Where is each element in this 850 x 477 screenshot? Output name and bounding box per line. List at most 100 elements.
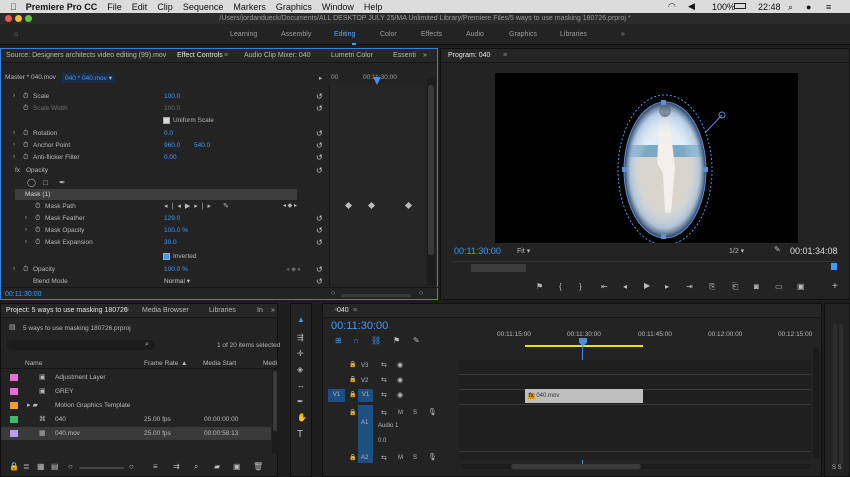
flicker-value[interactable]: 0.00 [164, 152, 177, 163]
solo-a1-button[interactable]: S [413, 410, 417, 416]
clip-selector[interactable]: 040 * 040.mov ▾ [62, 73, 115, 83]
program-menu-icon[interactable]: ≡ [503, 52, 507, 59]
ec-footer-timecode[interactable]: 00:11:30:00 [5, 291, 41, 298]
project-scrollbar[interactable] [272, 369, 278, 454]
thumb-zoom-slider[interactable] [79, 467, 124, 469]
lock-v3-icon[interactable]: 🔒 [349, 362, 356, 368]
mask-tracking-controls[interactable]: ◂|◂▶▸|▸ [164, 201, 215, 212]
timeline-settings-icon[interactable]: ✎ [413, 337, 420, 345]
project-item-row[interactable]: ⌘ 040 25.00 fps 00:00:00:00 [1, 413, 271, 426]
tab-project[interactable]: Project: 5 ways to use masking 180726 [6, 307, 128, 314]
stopwatch-icon[interactable]: ⏱ [23, 140, 28, 151]
sequence-menu-icon[interactable]: ≡ [353, 307, 357, 314]
label-color-swatch[interactable] [10, 416, 18, 423]
new-item-icon[interactable]: ▣ [233, 463, 241, 471]
reset-parameter-icon[interactable]: ↺ [316, 276, 323, 287]
sync-v2-icon[interactable]: ⇆ [381, 377, 387, 384]
menu-window[interactable]: Window [322, 2, 354, 12]
export-frame-icon[interactable]: ◙ [754, 283, 759, 291]
stopwatch-icon[interactable]: ⏱ [35, 213, 40, 224]
label-color-swatch[interactable] [10, 388, 18, 395]
extract-icon[interactable]: ⎗ [732, 283, 738, 291]
expand-icon[interactable]: › [25, 237, 27, 248]
sync-v1-icon[interactable]: ⇆ [381, 392, 387, 399]
new-bin-icon[interactable]: ▰ [214, 463, 220, 471]
add-marker-icon[interactable]: ⚑ [536, 283, 543, 291]
expand-icon[interactable]: › [13, 152, 15, 163]
workspace-assembly[interactable]: Assembly [281, 31, 311, 38]
more-project-tabs-icon[interactable]: » [271, 307, 275, 314]
mask-feather-value[interactable]: 129.0 [164, 213, 180, 224]
work-area-bar[interactable] [525, 345, 643, 347]
apple-icon[interactable]:  [10, 2, 17, 12]
workspace-graphics[interactable]: Graphics [509, 31, 537, 38]
project-menu-icon[interactable]: ≡ [125, 307, 129, 314]
close-icon[interactable] [5, 15, 12, 22]
selection-tool-icon[interactable]: ▲ [297, 316, 305, 324]
panel-menu-icon[interactable]: ≡ [224, 52, 228, 59]
stopwatch-icon[interactable]: ⏱ [35, 225, 40, 236]
list-icon[interactable]: ≡ [826, 2, 831, 12]
solo-a2-button[interactable]: S [413, 455, 417, 461]
sync-a2-icon[interactable]: ⇆ [381, 455, 387, 462]
battery-icon[interactable] [734, 3, 746, 9]
ec-zoom-slider[interactable] [341, 294, 411, 297]
workspace-color[interactable]: Color [380, 31, 397, 38]
label-color-swatch[interactable] [10, 430, 18, 437]
timeline-timecode[interactable]: 00:11:30:00 [331, 320, 388, 332]
clip-040[interactable]: fx 040.mov [525, 389, 643, 403]
tab-program[interactable]: Program: 040 [448, 52, 490, 59]
workspace-libraries[interactable]: Libraries [560, 31, 587, 38]
reset-parameter-icon[interactable]: ↺ [316, 152, 323, 163]
slip-icon[interactable]: ↔ [297, 382, 305, 390]
program-timecode[interactable]: 00:11:30:00 [454, 246, 501, 256]
reset-parameter-icon[interactable]: ↺ [316, 140, 323, 151]
workspace-learning[interactable]: Learning [230, 31, 257, 38]
tab-libraries[interactable]: Libraries [209, 307, 236, 314]
button-editor-icon[interactable]: + [832, 282, 838, 292]
step-forward-icon[interactable]: ▸ [665, 283, 669, 291]
pen-icon[interactable]: ✒ [297, 398, 304, 406]
more-tabs-icon[interactable]: » [423, 52, 427, 59]
stopwatch-icon[interactable]: ⏱ [23, 264, 28, 275]
stopwatch-icon[interactable]: ⏱ [23, 91, 28, 102]
mask-row[interactable]: Mask (1) [15, 189, 297, 200]
workspace-audio[interactable]: Audio [466, 31, 484, 38]
reset-parameter-icon[interactable]: ↺ [316, 103, 323, 114]
app-menu[interactable]: Premiere Pro CC [26, 2, 98, 12]
zoom-in-icon[interactable]: ○ [419, 290, 423, 297]
play-icon[interactable]: ▶ [644, 282, 650, 290]
col-media[interactable]: Medi [263, 360, 277, 367]
rectangle-mask-icon[interactable]: □ [43, 177, 48, 188]
stopwatch-icon[interactable]: ⏱ [23, 103, 28, 114]
expand-icon[interactable]: › [25, 213, 27, 224]
project-item-row[interactable]: ▸ ▰ Motion Graphics Template [1, 399, 271, 412]
control-icon[interactable]: ● [806, 2, 811, 12]
stopwatch-icon[interactable]: ⏱ [23, 152, 28, 163]
expand-icon[interactable]: › [25, 225, 27, 236]
tab-source[interactable]: Source: Designers architects video editi… [6, 52, 166, 59]
lock-v2-icon[interactable]: 🔒 [349, 377, 356, 383]
mask-keyframe-nav-icon[interactable]: ◂ ◆ ▸ [283, 201, 297, 212]
minimize-icon[interactable] [15, 15, 22, 22]
project-item-row[interactable]: ▣ Adjustment Layer [1, 371, 271, 384]
keyframe-nav-icon[interactable]: ◂ ◆ ▸ [286, 264, 301, 275]
expand-icon[interactable]: › [13, 140, 15, 151]
tab-media-browser[interactable]: Media Browser [142, 307, 189, 314]
reset-parameter-icon[interactable]: ↺ [316, 225, 323, 236]
freeform-view-icon[interactable]: ▤ [51, 463, 59, 471]
expand-icon[interactable]: › [13, 128, 15, 139]
stopwatch-icon[interactable]: ⏱ [35, 201, 40, 212]
linked-selection-icon[interactable]: ⛓ [371, 337, 381, 345]
project-item-row[interactable]: ▦ 040.mov 25.00 fps 00:00:58:13 [1, 427, 271, 440]
stopwatch-icon[interactable]: ⏱ [35, 237, 40, 248]
track-select-icon[interactable]: ⇶ [297, 334, 304, 342]
menu-clip[interactable]: Clip [157, 2, 173, 12]
resolution-dropdown[interactable]: 1/2 ▾ [729, 247, 744, 255]
eye-v2-icon[interactable]: ◉ [397, 377, 403, 384]
mic-a1-icon[interactable]: 🎙 [428, 409, 437, 416]
ellipse-mask-icon[interactable]: ◯ [27, 177, 36, 188]
ec-scrollbar[interactable] [427, 79, 435, 285]
reset-parameter-icon[interactable]: ↺ [316, 213, 323, 224]
comparison-view-icon[interactable]: ▭ [775, 283, 783, 291]
